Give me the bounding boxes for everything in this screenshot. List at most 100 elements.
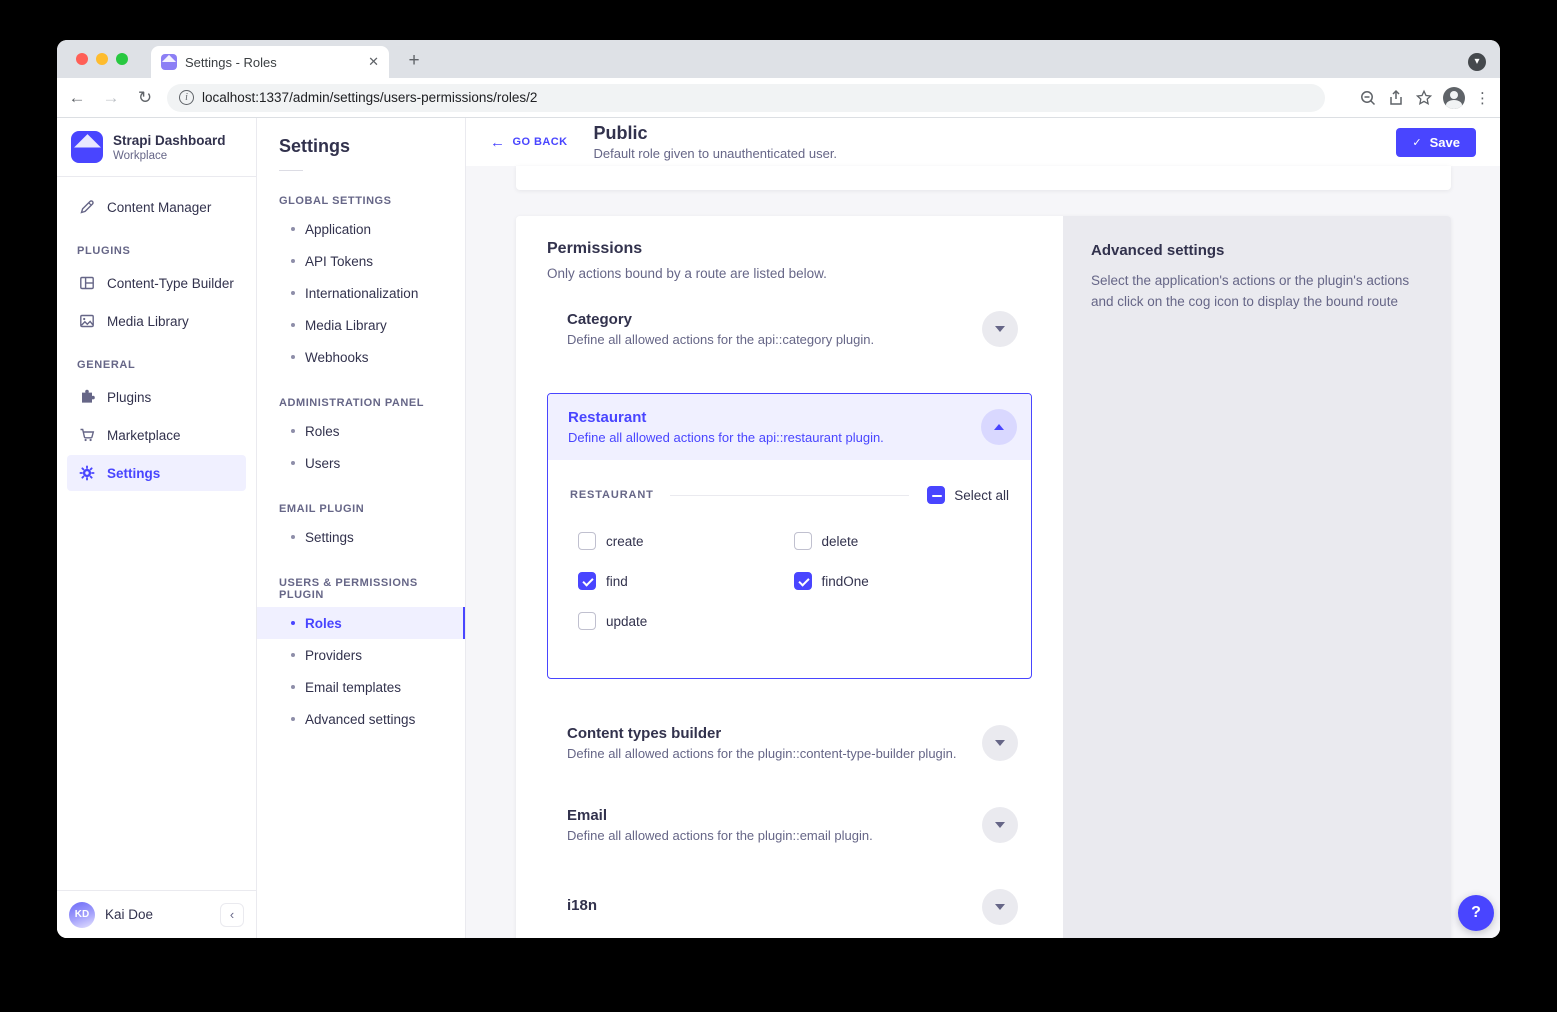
accordion-title: Email xyxy=(567,807,982,824)
browser-profile-avatar[interactable] xyxy=(1443,87,1465,109)
subnav-item-application[interactable]: Application xyxy=(257,213,465,245)
subnav-item-up-roles[interactable]: Roles xyxy=(257,607,465,639)
forward-icon: → xyxy=(97,84,125,112)
advanced-settings-description: Select the application's actions or the … xyxy=(1091,271,1427,313)
save-button[interactable]: ✓ Save xyxy=(1396,128,1476,157)
main-content: ← GO BACK Public Default role given to u… xyxy=(466,118,1500,938)
advanced-settings-panel: Advanced settings Select the application… xyxy=(1063,216,1451,938)
sidebar-item-media-library[interactable]: Media Library xyxy=(67,303,246,339)
subnav-item-api-tokens[interactable]: API Tokens xyxy=(257,245,465,277)
accordion-restaurant-expanded: Restaurant Define all allowed actions fo… xyxy=(547,393,1032,679)
sidebar-item-settings[interactable]: Settings xyxy=(67,455,246,491)
accordion-title: i18n xyxy=(567,897,982,914)
permissions-panel: Permissions Only actions bound by a rout… xyxy=(516,216,1063,938)
tab-strip: Settings - Roles ✕ + ▾ xyxy=(57,40,1500,78)
arrow-left-icon: ← xyxy=(490,134,505,151)
tab-close-icon[interactable]: ✕ xyxy=(368,54,379,70)
share-icon[interactable] xyxy=(1387,89,1405,107)
expand-content-types-builder-button[interactable] xyxy=(982,725,1018,761)
sidebar-item-plugins[interactable]: Plugins xyxy=(67,379,246,415)
divider xyxy=(670,495,909,496)
tab-search-icon[interactable]: ▾ xyxy=(1468,53,1486,71)
chevron-down-icon xyxy=(995,740,1005,746)
reload-icon[interactable]: ↻ xyxy=(131,84,159,112)
accordion-email[interactable]: Email Define all allowed actions for the… xyxy=(547,807,1032,843)
subnav-item-email-templates[interactable]: Email templates xyxy=(257,671,465,703)
subnav-item-label: Settings xyxy=(305,530,354,545)
role-details-card-bottom xyxy=(516,166,1451,190)
accordion-category[interactable]: Category Define all allowed actions for … xyxy=(547,311,1032,347)
permissions-subtitle: Only actions bound by a route are listed… xyxy=(547,266,1032,281)
sidebar-item-marketplace[interactable]: Marketplace xyxy=(67,417,246,453)
subnav-item-label: Users xyxy=(305,456,340,471)
permission-update[interactable]: update xyxy=(578,612,794,630)
subnav-item-advanced-settings[interactable]: Advanced settings xyxy=(257,703,465,735)
subnav-item-email-settings[interactable]: Settings xyxy=(257,521,465,553)
checkbox-findone[interactable] xyxy=(794,572,812,590)
permission-findone[interactable]: findOne xyxy=(794,572,1010,590)
zoom-out-icon[interactable] xyxy=(1359,89,1377,107)
back-icon[interactable]: ← xyxy=(63,84,91,112)
save-button-label: Save xyxy=(1430,135,1460,150)
subnav-item-label: Webhooks xyxy=(305,350,369,365)
sidebar-item-label: Marketplace xyxy=(107,428,181,443)
subnav-item-label: Internationalization xyxy=(305,286,418,301)
accordion-content-types-builder[interactable]: Content types builder Define all allowed… xyxy=(547,725,1032,761)
checkbox-delete[interactable] xyxy=(794,532,812,550)
new-tab-button[interactable]: + xyxy=(401,49,427,75)
subnav-item-label: Email templates xyxy=(305,680,401,695)
sidebar-section-general: GENERAL xyxy=(77,359,236,371)
subnav-item-providers[interactable]: Providers xyxy=(257,639,465,671)
user-avatar[interactable]: KD xyxy=(69,902,95,928)
accordion-restaurant-header[interactable]: Restaurant Define all allowed actions fo… xyxy=(548,394,1031,460)
expand-i18n-button[interactable] xyxy=(982,889,1018,925)
checkbox-create[interactable] xyxy=(578,532,596,550)
subnav-item-admin-users[interactable]: Users xyxy=(257,447,465,479)
subnav-item-admin-roles[interactable]: Roles xyxy=(257,415,465,447)
subnav-section-administration-panel: ADMINISTRATION PANEL xyxy=(279,397,465,409)
expand-email-button[interactable] xyxy=(982,807,1018,843)
address-bar[interactable]: i localhost:1337/admin/settings/users-pe… xyxy=(167,84,1325,112)
checkbox-find[interactable] xyxy=(578,572,596,590)
bullet-icon xyxy=(291,621,295,625)
strapi-logo-icon xyxy=(71,131,103,163)
sidebar-section-plugins: PLUGINS xyxy=(77,245,236,257)
url-text[interactable]: localhost:1337/admin/settings/users-perm… xyxy=(202,90,537,105)
accordion-i18n[interactable]: i18n xyxy=(547,889,1032,925)
workspace-brand[interactable]: Strapi Dashboard Workplace xyxy=(57,118,256,177)
checkbox-label: findOne xyxy=(822,574,869,589)
subnav-item-label: API Tokens xyxy=(305,254,373,269)
browser-window: Settings - Roles ✕ + ▾ ← → ↻ i localhost… xyxy=(57,40,1500,938)
select-all-checkbox[interactable] xyxy=(927,486,945,504)
bookmark-star-icon[interactable] xyxy=(1415,89,1433,107)
go-back-link[interactable]: ← GO BACK xyxy=(490,134,567,151)
permission-create[interactable]: create xyxy=(578,532,794,550)
sidebar-item-content-manager[interactable]: Content Manager xyxy=(67,189,246,225)
browser-tab[interactable]: Settings - Roles ✕ xyxy=(151,46,389,78)
permission-delete[interactable]: delete xyxy=(794,532,1010,550)
checkbox-label: delete xyxy=(822,534,859,549)
fullscreen-window-button[interactable] xyxy=(116,53,128,65)
browser-menu-icon[interactable]: ⋮ xyxy=(1475,89,1490,107)
collapse-restaurant-button[interactable] xyxy=(981,409,1017,445)
close-window-button[interactable] xyxy=(76,53,88,65)
subnav-item-media-library[interactable]: Media Library xyxy=(257,309,465,341)
help-button[interactable]: ? xyxy=(1458,895,1494,931)
permission-find[interactable]: find xyxy=(578,572,794,590)
subnav-item-label: Application xyxy=(305,222,371,237)
subnav-item-internationalization[interactable]: Internationalization xyxy=(257,277,465,309)
chevron-down-icon xyxy=(995,904,1005,910)
browser-toolbar: ← → ↻ i localhost:1337/admin/settings/us… xyxy=(57,78,1500,118)
chevron-down-icon xyxy=(995,822,1005,828)
subnav-item-label: Roles xyxy=(305,616,342,631)
check-icon: ✓ xyxy=(1412,136,1421,149)
expand-category-button[interactable] xyxy=(982,311,1018,347)
checkbox-update[interactable] xyxy=(578,612,596,630)
minimize-window-button[interactable] xyxy=(96,53,108,65)
collapse-sidebar-button[interactable]: ‹ xyxy=(220,903,244,927)
site-info-icon[interactable]: i xyxy=(179,90,194,105)
sidebar-item-content-type-builder[interactable]: Content-Type Builder xyxy=(67,265,246,301)
workspace-name: Strapi Dashboard xyxy=(113,133,226,148)
subnav-section-global-settings: GLOBAL SETTINGS xyxy=(279,195,465,207)
subnav-item-webhooks[interactable]: Webhooks xyxy=(257,341,465,373)
